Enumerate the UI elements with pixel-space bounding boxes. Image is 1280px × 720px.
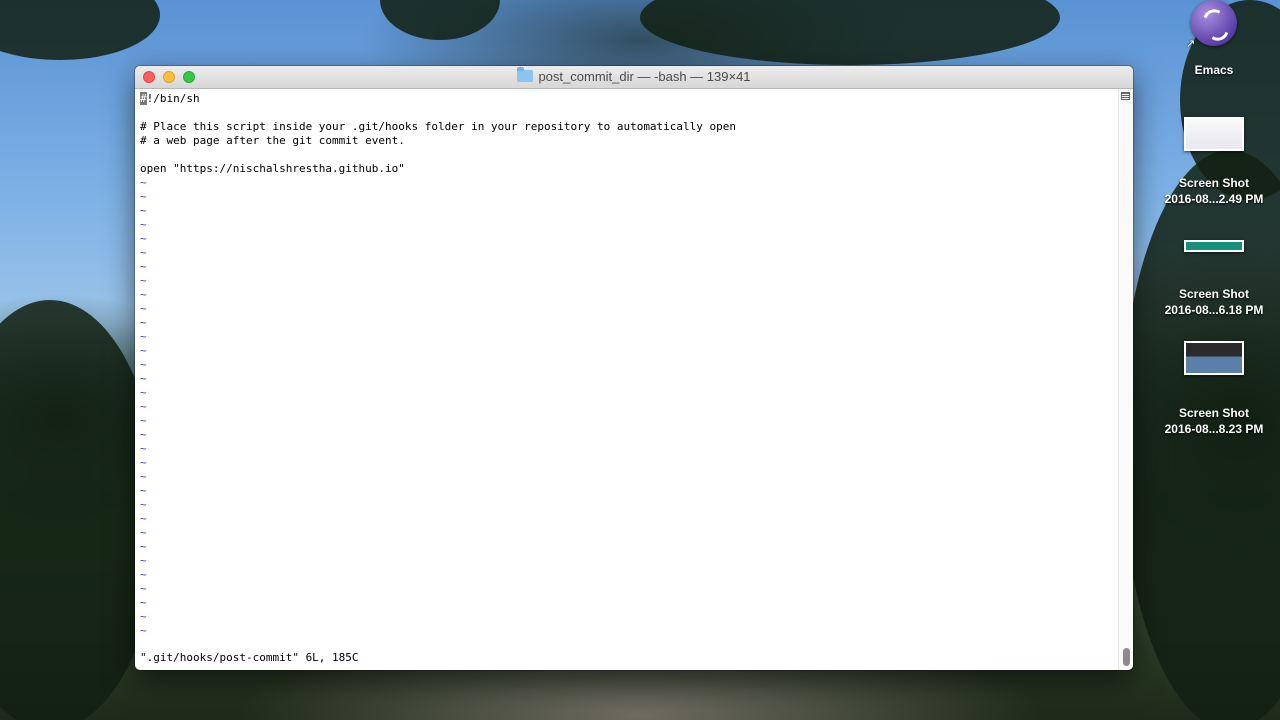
empty-line-marker: ~ [140, 624, 147, 637]
editor-buffer[interactable]: #!/bin/sh # Place this script inside you… [135, 89, 1119, 670]
foliage [0, 0, 160, 60]
text-cursor: # [140, 92, 147, 105]
split-pane-icon[interactable] [1121, 92, 1130, 100]
title-bar[interactable]: post_commit_dir — -bash — 139×41 [135, 66, 1133, 89]
screenshot-thumbnail-icon [1184, 117, 1244, 151]
emacs-logo [1191, 0, 1237, 46]
terminal-window[interactable]: post_commit_dir — -bash — 139×41 #!/bin/… [135, 66, 1133, 670]
empty-line-marker: ~ [140, 414, 147, 427]
foliage [640, 0, 1060, 65]
window-title: post_commit_dir — -bash — 139×41 [135, 67, 1133, 84]
desktop-icon-screenshot-2[interactable]: Screen Shot 2016-08...6.18 PM [1149, 240, 1279, 318]
empty-line-marker: ~ [140, 260, 147, 273]
empty-line-marker: ~ [140, 372, 147, 385]
empty-line-marker: ~ [140, 288, 147, 301]
emacs-icon: ↗ [1186, 0, 1242, 50]
empty-line-marker: ~ [140, 344, 147, 357]
empty-line-marker: ~ [140, 484, 147, 497]
editor-line-5 [140, 148, 1119, 162]
screenshot-thumbnail-icon [1184, 240, 1244, 252]
folder-icon [517, 67, 534, 82]
empty-line-marker: ~ [140, 232, 147, 245]
empty-line-marker: ~ [140, 274, 147, 287]
empty-line-marker: ~ [140, 302, 147, 315]
desktop: post_commit_dir — -bash — 139×41 #!/bin/… [0, 0, 1280, 720]
desktop-icon-label: Screen Shot 2016-08...8.23 PM [1164, 406, 1264, 436]
desktop-icon-label: Emacs [1194, 63, 1234, 77]
empty-line-marker: ~ [140, 358, 147, 371]
empty-line-marker: ~ [140, 456, 147, 469]
empty-line-marker: ~ [140, 330, 147, 343]
scrollbar[interactable] [1118, 89, 1133, 670]
empty-line-marker: ~ [140, 596, 147, 609]
alias-arrow-icon: ↗ [1186, 38, 1196, 50]
empty-line-marker: ~ [140, 246, 147, 259]
empty-line-marker: ~ [140, 498, 147, 511]
empty-line-marker: ~ [140, 610, 147, 623]
empty-line-marker: ~ [140, 204, 147, 217]
desktop-icon-label: Screen Shot 2016-08...2.49 PM [1164, 176, 1264, 206]
desktop-icon-screenshot-1[interactable]: Screen Shot 2016-08...2.49 PM [1149, 117, 1279, 207]
desktop-icon-screenshot-3[interactable]: Screen Shot 2016-08...8.23 PM [1149, 341, 1279, 437]
empty-line-marker: ~ [140, 428, 147, 441]
window-title-text: post_commit_dir — -bash — 139×41 [538, 69, 751, 84]
empty-line-marker: ~ [140, 190, 147, 203]
empty-line-marker: ~ [140, 470, 147, 483]
screenshot-thumbnail-icon [1184, 341, 1244, 375]
empty-line-marker: ~ [140, 218, 147, 231]
empty-line-markers: ~ ~ ~ ~ ~ ~ ~ ~ ~ ~ ~ ~ ~ ~ ~ ~ ~ ~ ~ ~ ~ ~ ~ ~ ~ ~ ~ ~ ~ ~ ~ ~ ~ [140, 176, 1119, 638]
vim-status-line: ".git/hooks/post-commit" 6L, 185C [140, 651, 359, 664]
empty-line-marker: ~ [140, 526, 147, 539]
desktop-icon-emacs[interactable]: ↗ Emacs [1149, 0, 1279, 78]
empty-line-marker: ~ [140, 582, 147, 595]
editor-line-2 [140, 106, 1119, 120]
editor-line-4: # a web page after the git commit event. [140, 134, 405, 147]
empty-line-marker: ~ [140, 316, 147, 329]
empty-line-marker: ~ [140, 512, 147, 525]
desktop-icon-label: Screen Shot 2016-08...6.18 PM [1164, 287, 1264, 317]
editor-line-1: #!/bin/sh [140, 92, 200, 105]
empty-line-marker: ~ [140, 568, 147, 581]
empty-line-marker: ~ [140, 176, 147, 189]
empty-line-marker: ~ [140, 554, 147, 567]
editor-line-3: # Place this script inside your .git/hoo… [140, 120, 737, 133]
empty-line-marker: ~ [140, 442, 147, 455]
editor-line-6: open "https://nischalshrestha.github.io" [140, 162, 405, 175]
empty-line-marker: ~ [140, 540, 147, 553]
empty-line-marker: ~ [140, 400, 147, 413]
empty-line-marker: ~ [140, 386, 147, 399]
scroll-thumb[interactable] [1123, 648, 1130, 666]
foliage [380, 0, 500, 40]
